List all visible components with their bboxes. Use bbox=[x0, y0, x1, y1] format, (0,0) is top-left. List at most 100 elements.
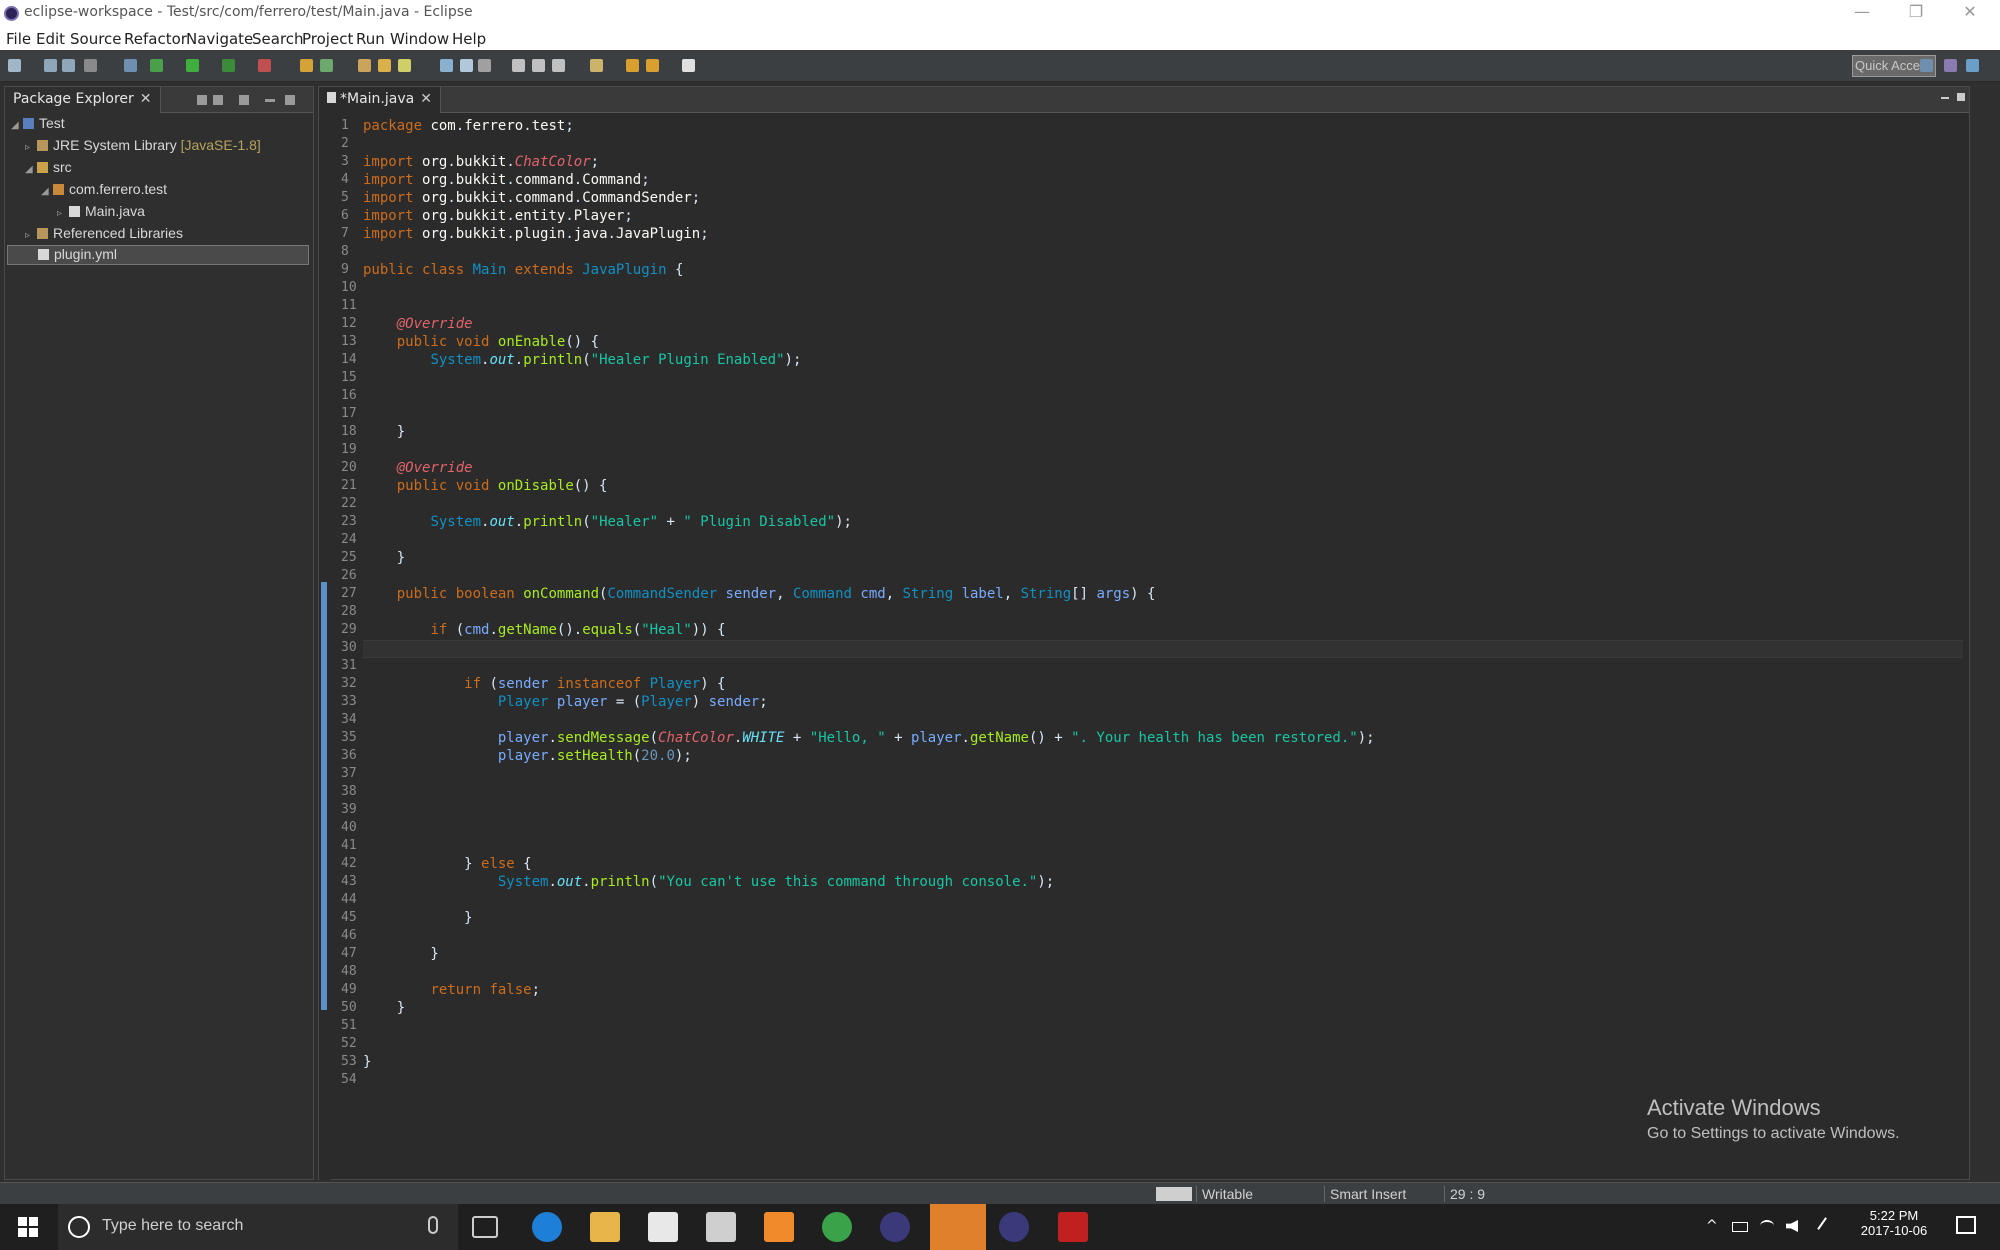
code-line[interactable]: } bbox=[363, 1054, 371, 1072]
tab-main-java[interactable]: *Main.java ✕ bbox=[319, 87, 441, 113]
code-line[interactable]: @Override bbox=[363, 316, 473, 334]
pin-editor-icon[interactable] bbox=[552, 59, 565, 72]
code-line[interactable]: player.setHealth(20.0); bbox=[363, 748, 692, 766]
file-explorer-icon[interactable] bbox=[590, 1212, 620, 1242]
tree-item-referenced-libraries[interactable]: ▹ Referenced Libraries bbox=[25, 225, 307, 245]
chevron-down-icon[interactable]: ◢ bbox=[41, 186, 53, 197]
save-all-icon[interactable] bbox=[62, 59, 75, 72]
taskbar-search-box[interactable]: Type here to search bbox=[58, 1204, 458, 1250]
pen-icon[interactable] bbox=[1817, 1217, 1837, 1237]
menu-project[interactable]: Project bbox=[302, 30, 353, 48]
menu-navigate[interactable]: Navigate bbox=[186, 30, 253, 48]
restore-button[interactable]: ❐ bbox=[1896, 2, 1936, 24]
code-line[interactable]: } bbox=[363, 910, 472, 928]
code-line[interactable]: import org.bukkit.ChatColor; bbox=[363, 154, 599, 172]
chevron-down-icon[interactable]: ◢ bbox=[11, 120, 23, 131]
toggle-mark-icon[interactable] bbox=[440, 59, 453, 72]
chevron-right-icon[interactable]: ▹ bbox=[25, 142, 37, 153]
filezilla-icon[interactable] bbox=[1058, 1212, 1088, 1242]
code-line[interactable]: package com.ferrero.test; bbox=[363, 118, 574, 136]
code-line[interactable]: if (cmd.getName().equals("Heal")) { bbox=[363, 622, 725, 640]
code-line[interactable]: import org.bukkit.entity.Player; bbox=[363, 208, 633, 226]
task-view-icon[interactable] bbox=[472, 1216, 498, 1238]
code-line[interactable]: import org.bukkit.command.Command; bbox=[363, 172, 650, 190]
view-menu-icon[interactable] bbox=[239, 95, 249, 105]
tree-item-plugin-yml[interactable]: plugin.yml bbox=[7, 245, 309, 265]
code-line[interactable]: @Override bbox=[363, 460, 473, 478]
code-line[interactable]: System.out.println("Healer Plugin Enable… bbox=[363, 352, 801, 370]
minimize-button[interactable]: — bbox=[1842, 2, 1882, 24]
save-icon[interactable] bbox=[44, 59, 57, 72]
close-icon[interactable]: ✕ bbox=[140, 91, 152, 107]
code-line[interactable]: public boolean onCommand(CommandSender s… bbox=[363, 586, 1156, 604]
new-java-project-icon[interactable] bbox=[300, 59, 313, 72]
new-package-icon[interactable] bbox=[320, 59, 333, 72]
search-icon[interactable] bbox=[398, 59, 411, 72]
tab-package-explorer[interactable]: Package Explorer ✕ bbox=[5, 87, 161, 113]
debug-skip-icon[interactable] bbox=[124, 59, 137, 72]
eclipse-taskbar-icon[interactable] bbox=[880, 1212, 910, 1242]
code-line[interactable]: } bbox=[363, 946, 438, 964]
battery-icon[interactable] bbox=[1732, 1222, 1748, 1232]
coverage-icon[interactable] bbox=[222, 59, 235, 72]
last-edit-icon[interactable] bbox=[682, 59, 695, 72]
windows-start-icon[interactable] bbox=[18, 1217, 38, 1237]
code-line[interactable]: public class Main extends JavaPlugin { bbox=[363, 262, 683, 280]
code-line[interactable]: public void onDisable() { bbox=[363, 478, 608, 496]
code-line[interactable]: player.sendMessage(ChatColor.WHITE + "He… bbox=[363, 730, 1375, 748]
taskbar-clock[interactable]: 5:22 PM 2017-10-06 bbox=[1854, 1208, 1934, 1238]
code-line[interactable]: import org.bukkit.plugin.java.JavaPlugin… bbox=[363, 226, 709, 244]
menu-refactor[interactable]: Refactor bbox=[124, 30, 187, 48]
tree-item-src[interactable]: ◢ src bbox=[25, 159, 307, 179]
store-icon[interactable] bbox=[648, 1212, 678, 1242]
tree-item-main-java[interactable]: ▹ Main.java bbox=[57, 203, 307, 223]
menu-file[interactable]: File bbox=[6, 30, 31, 48]
open-perspective-icon[interactable] bbox=[1920, 59, 1933, 72]
open-task-icon[interactable] bbox=[378, 59, 391, 72]
chrome-icon[interactable] bbox=[822, 1212, 852, 1242]
next-annotation-icon[interactable] bbox=[590, 59, 603, 72]
show-hidden-icons-icon[interactable]: ^ bbox=[1706, 1218, 1718, 1234]
back-icon[interactable] bbox=[626, 59, 639, 72]
maximize-editor-icon[interactable] bbox=[1957, 93, 1965, 101]
code-line[interactable]: import org.bukkit.command.CommandSender; bbox=[363, 190, 700, 208]
insert-mode-status[interactable]: Smart Insert bbox=[1330, 1186, 1406, 1202]
debug-perspective-icon[interactable] bbox=[1966, 59, 1979, 72]
tree-item-project-test[interactable]: ◢ Test bbox=[11, 115, 307, 135]
java-perspective-icon[interactable] bbox=[1944, 59, 1957, 72]
run-icon[interactable] bbox=[186, 59, 199, 72]
format-icon[interactable] bbox=[532, 59, 545, 72]
new-icon[interactable] bbox=[8, 59, 21, 72]
menu-source[interactable]: Source bbox=[70, 30, 122, 48]
wifi-icon[interactable] bbox=[1760, 1220, 1774, 1232]
code-line[interactable]: } bbox=[363, 424, 405, 442]
code-line[interactable]: System.out.println("You can't use this c… bbox=[363, 874, 1054, 892]
minimize-editor-icon[interactable] bbox=[1941, 97, 1949, 99]
print-icon[interactable] bbox=[84, 59, 97, 72]
edge-browser-icon[interactable] bbox=[532, 1212, 562, 1242]
code-line[interactable]: if (sender instanceof Player) { bbox=[363, 676, 725, 694]
microphone-icon[interactable] bbox=[428, 1216, 438, 1234]
debug-icon[interactable] bbox=[150, 59, 163, 72]
volume-icon[interactable] bbox=[1786, 1220, 1798, 1232]
close-button[interactable]: ✕ bbox=[1950, 2, 1990, 24]
menu-search[interactable]: Search bbox=[252, 30, 304, 48]
mail-icon[interactable] bbox=[706, 1212, 736, 1242]
close-icon[interactable]: ✕ bbox=[420, 91, 432, 107]
action-center-icon[interactable] bbox=[1956, 1216, 1976, 1234]
code-line[interactable]: public void onEnable() { bbox=[363, 334, 599, 352]
toggle-block-icon[interactable] bbox=[460, 59, 473, 72]
code-line[interactable]: } bbox=[363, 550, 405, 568]
chevron-down-icon[interactable]: ◢ bbox=[25, 164, 37, 175]
code-line[interactable]: Player player = (Player) sender; bbox=[363, 694, 768, 712]
collapse-all-icon[interactable] bbox=[197, 95, 207, 105]
open-type-icon[interactable] bbox=[358, 59, 371, 72]
tree-item-package[interactable]: ◢ com.ferrero.test bbox=[41, 181, 307, 201]
chevron-right-icon[interactable]: ▹ bbox=[25, 230, 37, 241]
show-whitespace-icon[interactable] bbox=[478, 59, 491, 72]
link-with-editor-icon[interactable] bbox=[213, 95, 223, 105]
discord-taskbar-button[interactable] bbox=[930, 1204, 986, 1250]
code-line[interactable]: } bbox=[363, 1000, 405, 1018]
eclipse-active-taskbar-icon[interactable] bbox=[999, 1212, 1029, 1242]
chevron-right-icon[interactable]: ▹ bbox=[57, 208, 69, 219]
